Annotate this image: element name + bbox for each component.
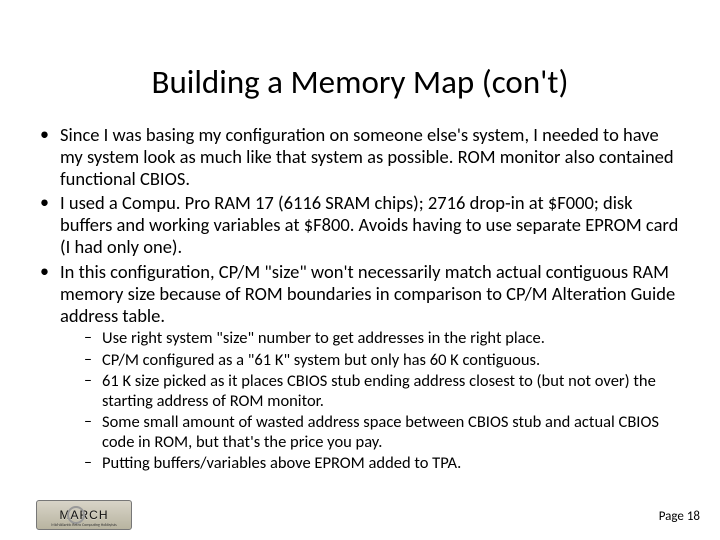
sub-bullet-list: Use right system "size" number to get ad… <box>60 329 684 473</box>
list-item: Use right system "size" number to get ad… <box>60 329 684 348</box>
list-item: Putting buffers/variables above EPROM ad… <box>60 454 684 473</box>
slide-title: Building a Memory Map (con't) <box>36 0 684 124</box>
march-logo: MARCH Mid-Atlantic Retro Computing Hobby… <box>36 500 132 530</box>
bullet-list: Since I was basing my configuration on s… <box>36 124 684 474</box>
list-item: CP/M configured as a "61 K" system but o… <box>60 351 684 370</box>
page-number: Page 18 <box>659 509 700 524</box>
logo-subtitle: Mid-Atlantic Retro Computing Hobbyists <box>51 523 116 528</box>
list-item: 61 K size picked as it places CBIOS stub… <box>60 372 684 411</box>
slide: Building a Memory Map (con't) Since I wa… <box>0 0 720 540</box>
logo-ring-icon <box>67 506 85 524</box>
list-item-text: In this configuration, CP/M "size" won't… <box>60 260 675 327</box>
list-item: I used a Compu. Pro RAM 17 (6116 SRAM ch… <box>36 192 684 257</box>
list-item: Some small amount of wasted address spac… <box>60 413 684 452</box>
list-item: Since I was basing my configuration on s… <box>36 124 684 189</box>
list-item: In this configuration, CP/M "size" won't… <box>36 261 684 474</box>
